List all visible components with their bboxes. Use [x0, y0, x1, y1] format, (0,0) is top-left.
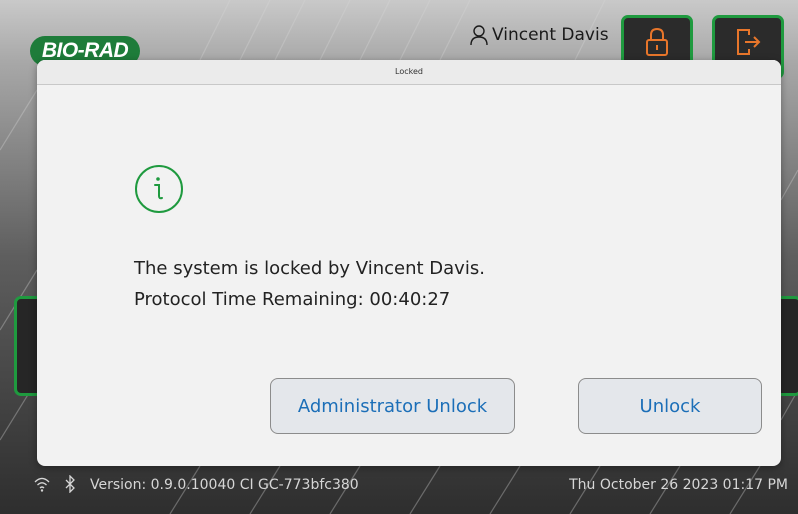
locked-dialog: Locked The system is locked by Vincent D… — [37, 60, 781, 466]
lock-message-line1: The system is locked by Vincent Davis. — [134, 258, 485, 279]
logout-icon — [737, 29, 761, 55]
info-icon — [135, 165, 183, 213]
current-user: Vincent Davis — [470, 20, 609, 50]
lock-message: The system is locked by Vincent Davis. P… — [134, 253, 485, 315]
status-bar: Version: 0.9.0.10040 CI GC-773bfc380 Thu… — [0, 470, 798, 514]
dialog-title: Locked — [37, 60, 781, 85]
bluetooth-icon — [65, 475, 75, 493]
user-icon — [470, 25, 488, 46]
lock-icon — [646, 27, 668, 56]
version-label: Version: 0.9.0.10040 CI GC-773bfc380 — [90, 477, 359, 493]
unlock-button[interactable]: Unlock — [578, 378, 762, 434]
wifi-icon — [34, 477, 50, 492]
user-name: Vincent Davis — [492, 25, 609, 45]
date-time: Thu October 26 2023 01:17 PM — [569, 477, 788, 493]
administrator-unlock-button[interactable]: Administrator Unlock — [270, 378, 515, 434]
lock-message-line2: Protocol Time Remaining: 00:40:27 — [134, 289, 451, 310]
